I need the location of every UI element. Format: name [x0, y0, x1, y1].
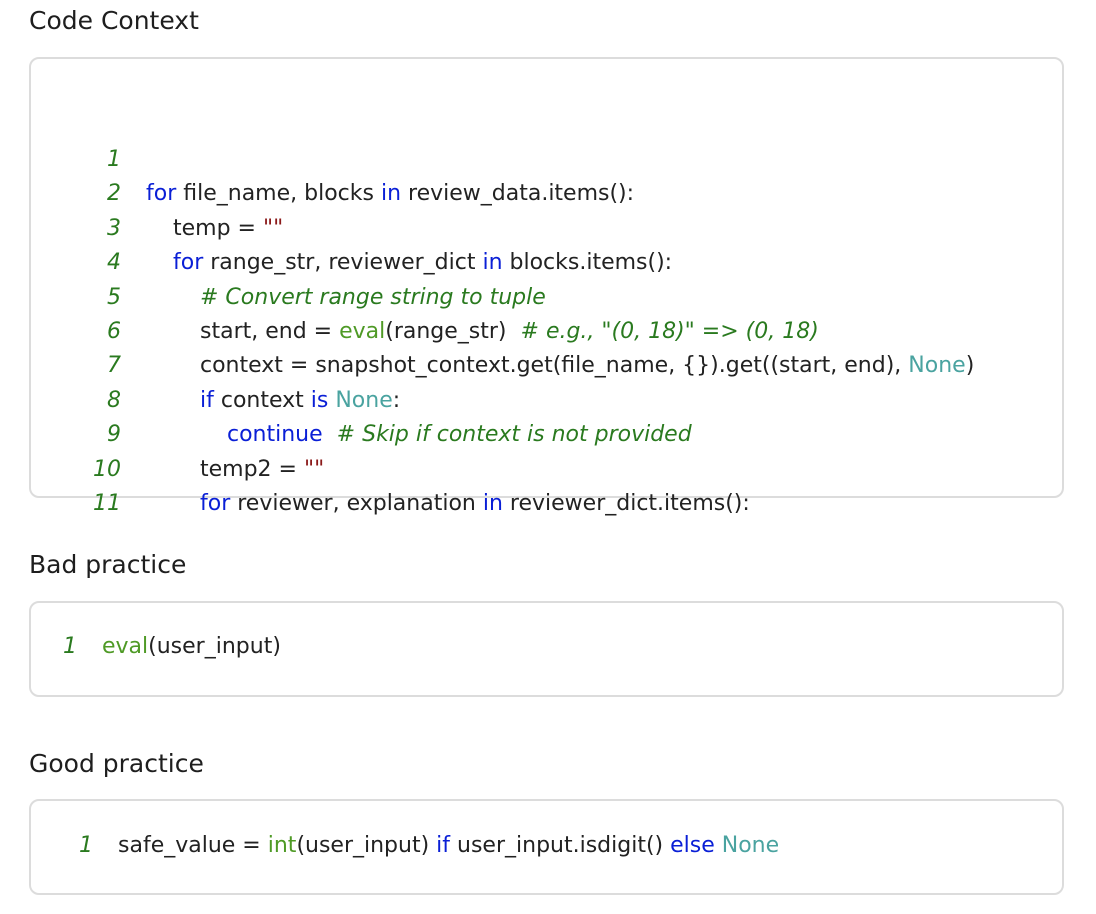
code-token: for: [200, 491, 231, 516]
code-token: # e.g., "(0, 18)" => (0, 18): [520, 319, 819, 344]
code-token: user_input.isdigit(): [450, 833, 671, 858]
code-text: # Convert range string to tuple: [200, 281, 546, 315]
code-text: for range_str, reviewer_dict in blocks.i…: [173, 246, 672, 280]
code-token: context: [213, 387, 311, 413]
code-line: 4 for range_str, reviewer_dict in blocks.…: [31, 246, 1062, 280]
code-token: # Skip if context is not provided: [336, 422, 692, 448]
code-line: 3 temp = "": [31, 212, 1062, 246]
code-token: else: [670, 833, 715, 858]
code-text: temp2 = "": [200, 453, 324, 487]
code-line: 1 safe_value = int(user_input) if user_in…: [31, 829, 1062, 863]
code-token: if: [436, 833, 451, 858]
code-token: context = snapshot_context.get(file_name…: [200, 353, 909, 379]
code-line: 1 eval(user_input): [31, 630, 1062, 664]
good-practice-title: Good practice: [29, 749, 204, 778]
code-token: reviewer, explanation: [230, 491, 483, 516]
bad-practice-title: Bad practice: [29, 550, 187, 579]
code-text: temp = "": [173, 212, 283, 246]
line-number: 11: [93, 491, 121, 516]
code-token: "": [262, 215, 284, 241]
line-number: 1: [63, 634, 77, 659]
code-text: context = snapshot_context.get(file_name…: [200, 349, 974, 383]
line-number: 3: [107, 215, 121, 241]
code-line: 6 start, end = eval(range_str) # e.g., "(…: [31, 315, 1062, 349]
code-token: is: [310, 387, 329, 413]
code-token: in: [482, 491, 503, 516]
code-token: None: [335, 387, 393, 413]
code-line: 9 continue # Skip if context is not provi…: [31, 418, 1062, 452]
code-line: 10 temp2 = "": [31, 453, 1062, 487]
code-token: (user_input): [296, 833, 437, 858]
code-text: for file_name, blocks in review_data.ite…: [146, 177, 634, 211]
line-number: 2: [107, 181, 121, 207]
line-number: 7: [107, 353, 121, 379]
code-token: temp =: [173, 215, 263, 241]
line-number: 4: [107, 250, 121, 276]
code-token: safe_value =: [118, 833, 268, 858]
code-line: 5 # Convert range string to tuple: [31, 281, 1062, 315]
code-token: blocks.items():: [502, 250, 673, 276]
line-number: 10: [93, 456, 121, 482]
code-token: temp2 =: [200, 456, 304, 482]
code-text: continue # Skip if context is not provid…: [227, 418, 692, 452]
line-number: 5: [107, 284, 121, 310]
code-token: ): [965, 353, 975, 379]
code-token: continue: [227, 422, 323, 448]
code-token: (user_input): [148, 634, 281, 659]
code-text: safe_value = int(user_input) if user_inp…: [118, 829, 779, 863]
good-practice-block: 1 safe_value = int(user_input) if user_in…: [29, 799, 1064, 895]
code-text: start, end = eval(range_str) # e.g., "(0…: [200, 315, 819, 349]
code-context-block: 1 2 for file_name, blocks in review_data.i…: [29, 57, 1064, 516]
code-text: if context is None:: [200, 384, 400, 418]
code-line: 2 for file_name, blocks in review_data.it…: [31, 177, 1062, 211]
code-token: in: [380, 181, 402, 207]
code-token: range_str, reviewer_dict: [203, 250, 483, 276]
code-context-title: Code Context: [29, 6, 199, 35]
code-token: reviewer_dict.items():: [502, 491, 750, 516]
line-number: 6: [107, 319, 121, 344]
code-token: None: [908, 353, 966, 379]
line-number: 1: [107, 147, 121, 172]
code-token: for: [173, 250, 204, 276]
code-text: eval(user_input): [102, 630, 281, 664]
code-token: eval: [102, 634, 149, 659]
code-text: for reviewer, explanation in reviewer_di…: [200, 487, 750, 521]
code-token: for: [146, 181, 177, 207]
code-line: 1: [31, 143, 1062, 177]
code-token: eval: [339, 319, 386, 344]
code-token: in: [482, 250, 503, 276]
code-token: if: [200, 387, 214, 413]
code-token: review_data.items():: [401, 181, 635, 207]
code-token: (range_str): [385, 319, 521, 344]
code-token: file_name, blocks: [176, 181, 381, 207]
code-token: "": [303, 456, 325, 482]
bad-practice-block: 1 eval(user_input): [29, 601, 1064, 697]
code-token: None: [721, 833, 780, 858]
code-token: # Convert range string to tuple: [200, 284, 546, 310]
code-token: :: [392, 387, 401, 413]
line-number: 8: [107, 387, 121, 413]
code-line: 11 for reviewer, explanation in reviewer_…: [31, 487, 1062, 521]
code-line: 7 context = snapshot_context.get(file_nam…: [31, 349, 1062, 383]
line-number: 1: [79, 833, 93, 858]
code-token: start, end =: [200, 319, 340, 344]
code-token: int: [267, 833, 297, 858]
line-number: 9: [107, 422, 121, 448]
code-line: 8 if context is None:: [31, 384, 1062, 418]
